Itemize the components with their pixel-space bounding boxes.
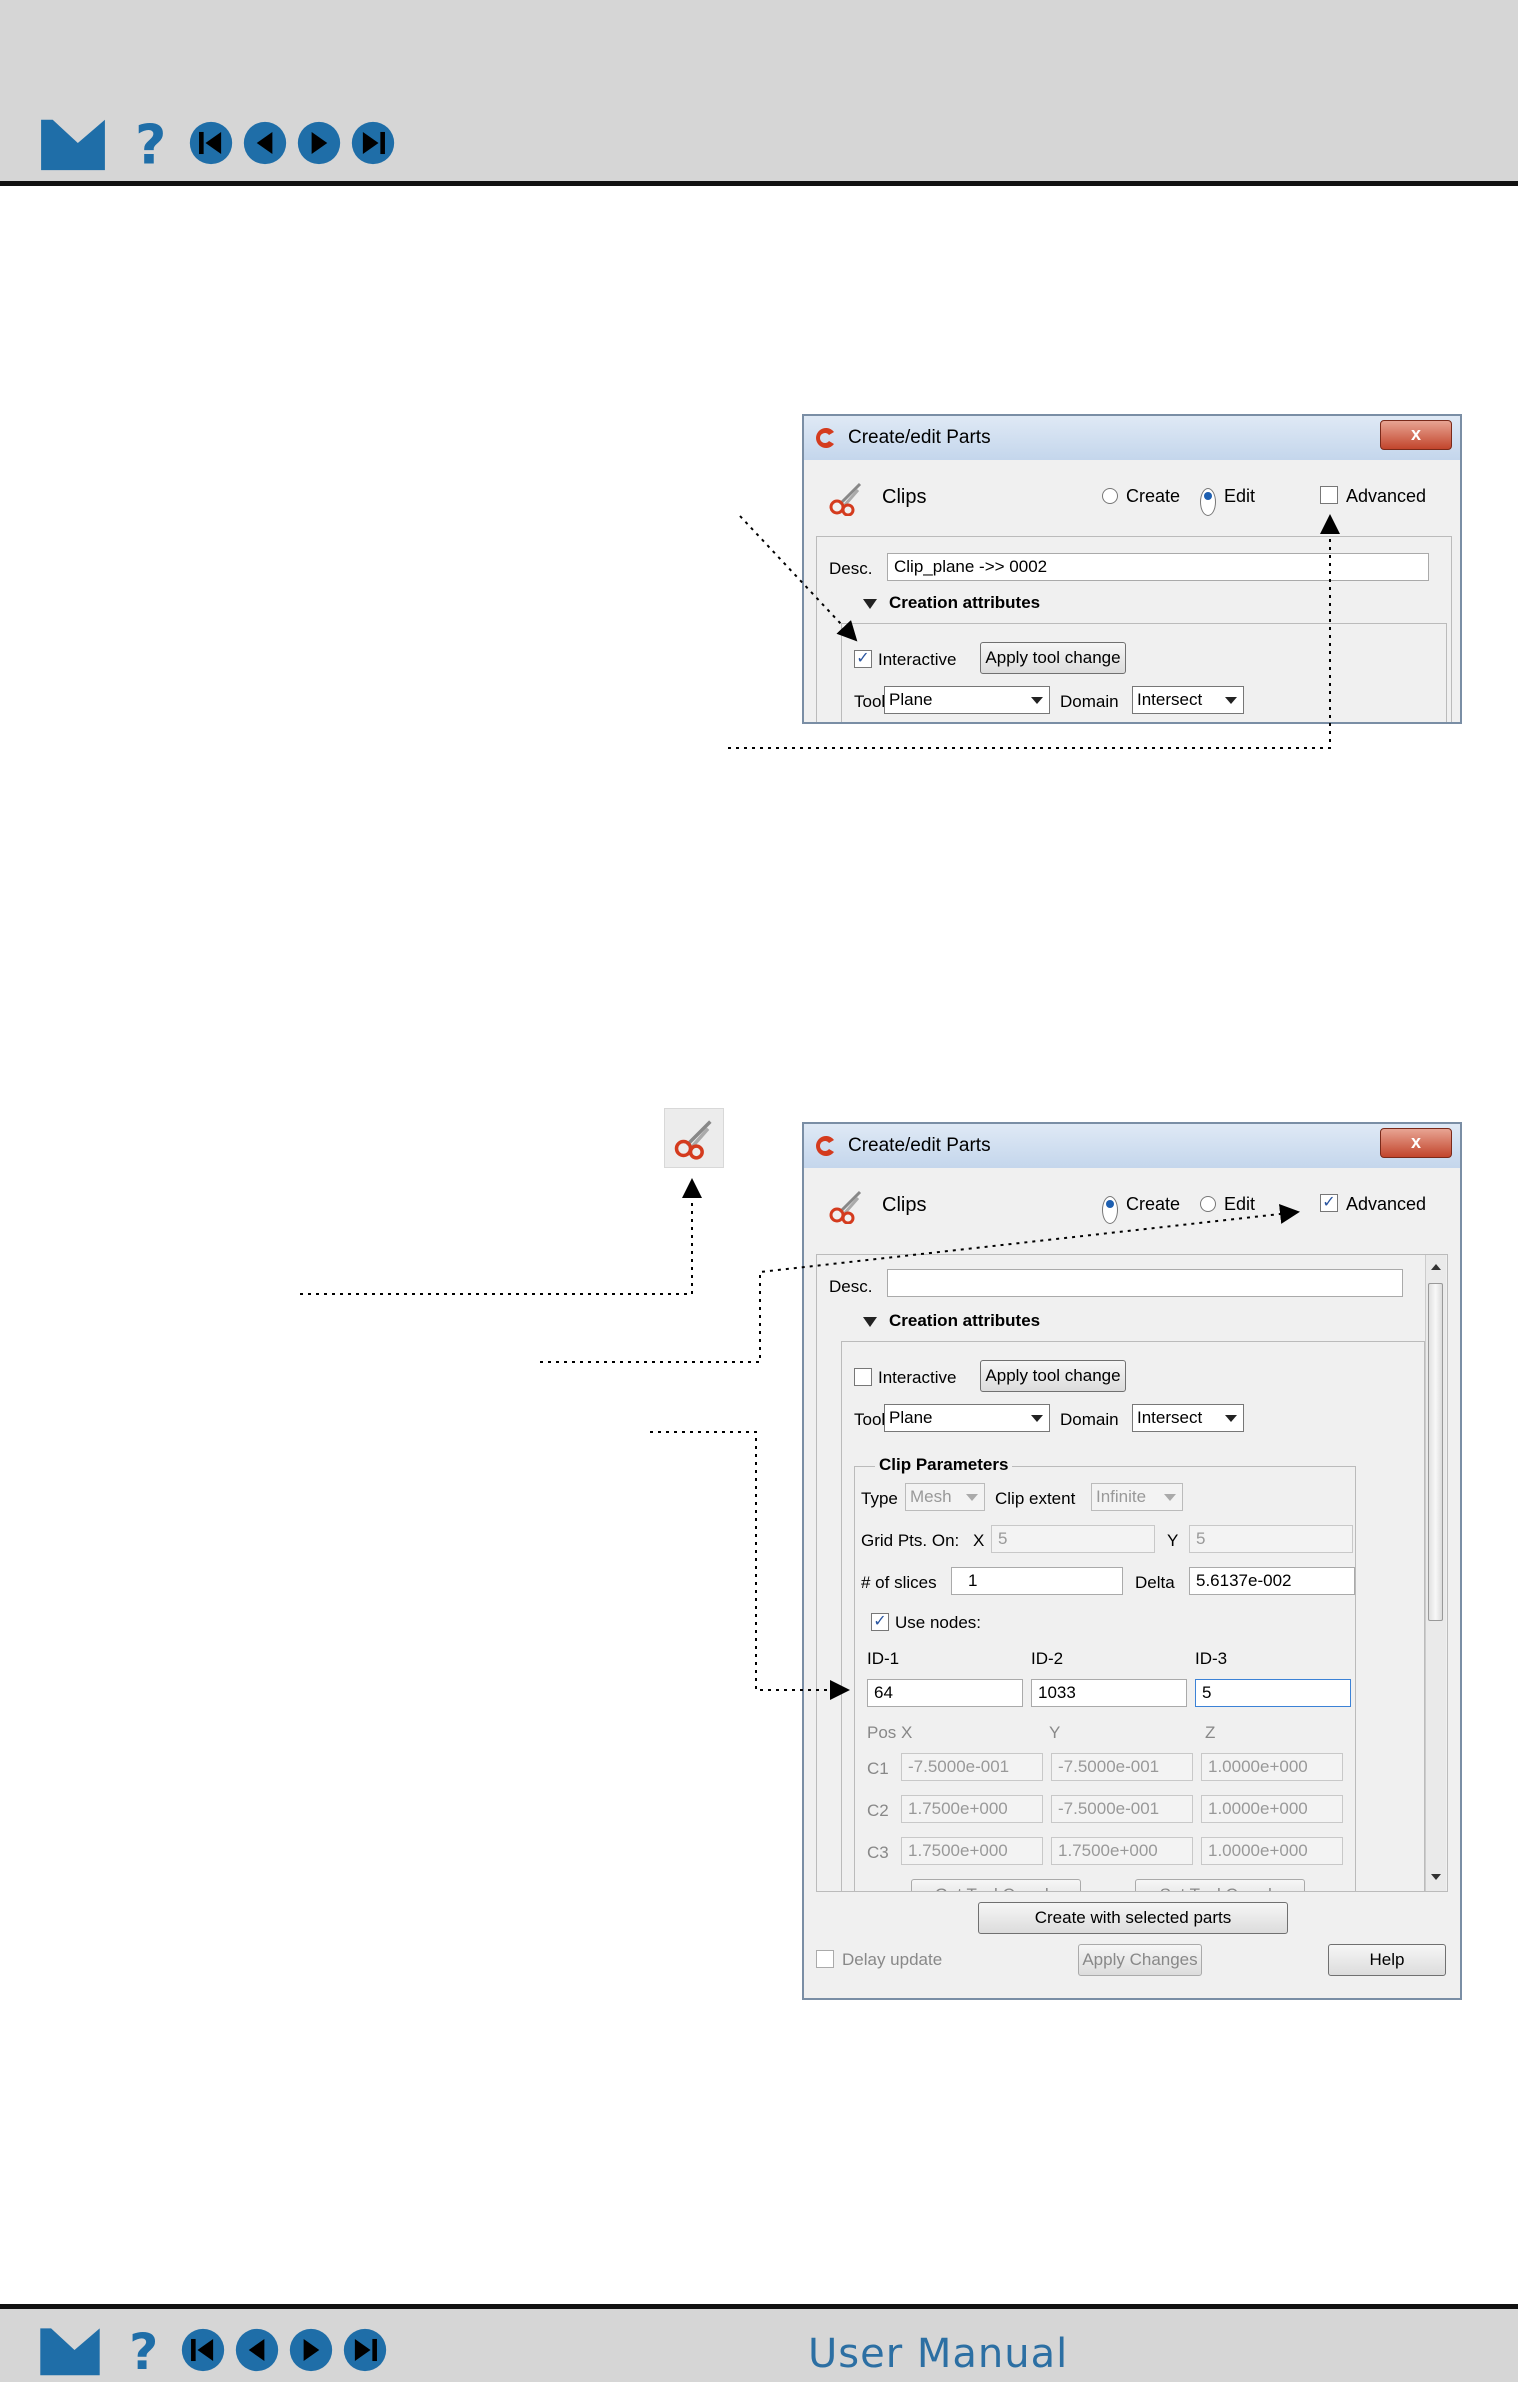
help-icon[interactable]: ?	[124, 2324, 162, 2376]
first-page-icon[interactable]	[180, 2327, 226, 2373]
callout-lines	[300, 514, 1340, 1700]
footer-bar: ? User Manual	[0, 2304, 1518, 2382]
footer-title: User Manual	[808, 2331, 1069, 2377]
home-icon[interactable]	[38, 2323, 102, 2377]
next-page-icon[interactable]	[288, 2327, 334, 2373]
svg-text:?: ?	[129, 2324, 158, 2376]
callout-interactive	[739, 515, 858, 642]
callout-use-nodes	[650, 1431, 850, 1700]
footer-nav: ?	[38, 2323, 388, 2377]
previous-page-icon[interactable]	[234, 2327, 280, 2373]
last-page-icon[interactable]	[342, 2327, 388, 2373]
callout-advanced	[728, 514, 1340, 749]
callout-advanced-2	[540, 1204, 1300, 1363]
callout-clip-icon	[300, 1178, 702, 1295]
